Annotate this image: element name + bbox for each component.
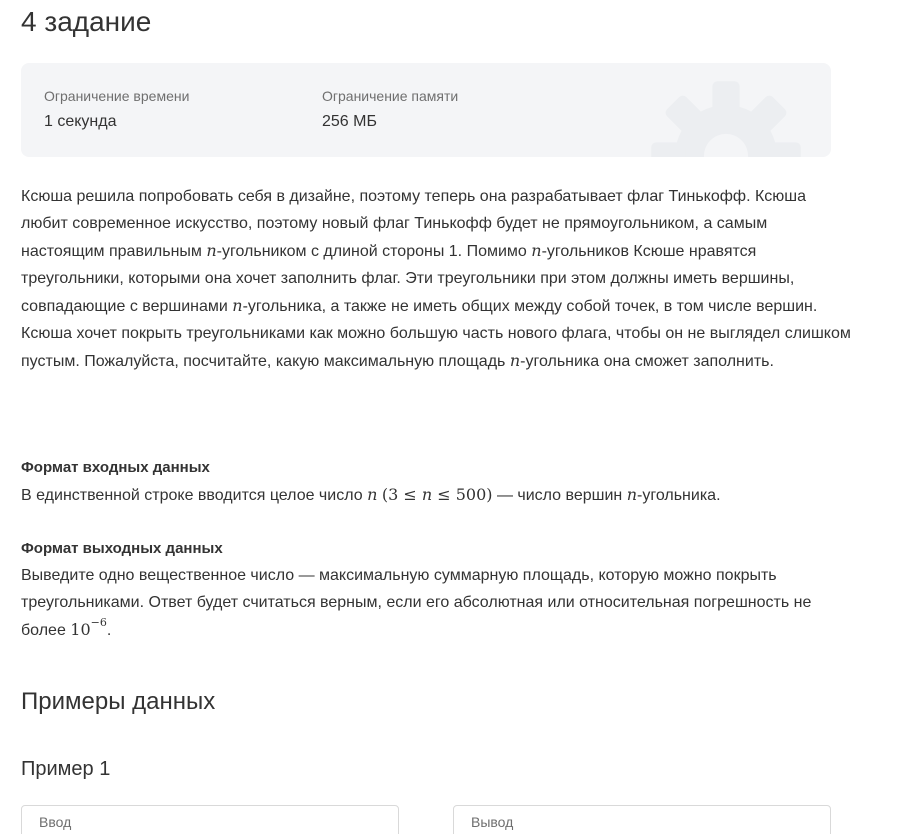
example-1-title: Пример 1 (21, 758, 111, 780)
examples-title: Примеры данных (21, 688, 216, 715)
task-title: 4 задание (21, 6, 152, 37)
output-format-section: Формат выходных данных Выведите одно вещ… (21, 535, 851, 644)
memory-limit-value: 256 МБ (322, 113, 377, 130)
math-variable-n: n (531, 241, 542, 260)
math-variable-n: n (509, 351, 521, 370)
time-limit-label: Ограничение времени (44, 88, 190, 104)
math-power-base: 10 (70, 620, 91, 639)
task-page: 4 задание Ограничение времени 1 секунда … (0, 0, 900, 834)
limits-panel: Ограничение времени 1 секунда Ограничени… (21, 63, 831, 157)
math-constraint-open: (3 ≤ (381, 485, 422, 504)
time-limit-value: 1 секунда (44, 113, 117, 130)
math-variable-n: n (206, 241, 217, 260)
example-output-box[interactable]: Вывод (453, 805, 831, 834)
time-limit: Ограничение времени 1 секунда (44, 86, 189, 132)
example-output-label: Вывод (471, 814, 514, 830)
input-format-heading: Формат входных данных (21, 459, 210, 476)
input-format-section: Формат входных данных В единственной стр… (21, 454, 851, 509)
output-format-heading: Формат выходных данных (21, 540, 223, 557)
output-format-text: Выведите одно вещественное число — макси… (21, 567, 812, 639)
problem-statement: Ксюша решила попробовать себя в дизайне,… (21, 183, 851, 375)
statement-paragraph-2: Ксюша хочет покрыть треугольниками как м… (21, 325, 851, 370)
math-variable-n: n (367, 485, 378, 504)
statement-paragraph-1: Ксюша решила попробовать себя в дизайне,… (21, 188, 818, 315)
input-format-text: В единственной строке вводится целое чис… (21, 485, 721, 504)
gear-icon (651, 81, 801, 157)
example-input-box[interactable]: Ввод (21, 805, 399, 834)
math-variable-n: n (421, 485, 433, 504)
math-power-exponent: −6 (90, 616, 107, 629)
example-input-label: Ввод (39, 814, 72, 830)
math-constraint-close: ≤ 500) (432, 485, 493, 504)
math-variable-n: n (626, 485, 638, 504)
math-variable-n: n (232, 296, 243, 315)
memory-limit: Ограничение памяти 256 МБ (322, 86, 458, 132)
memory-limit-label: Ограничение памяти (322, 88, 459, 104)
